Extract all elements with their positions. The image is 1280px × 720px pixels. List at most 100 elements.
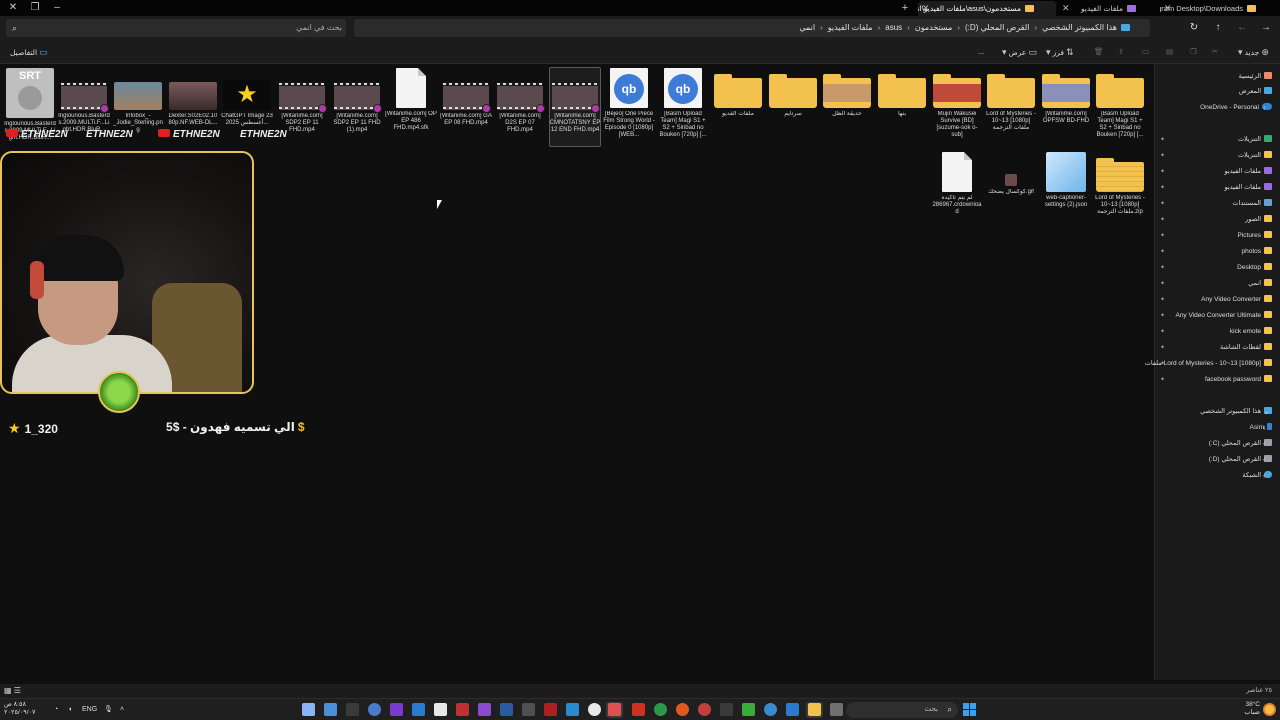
sidebar-item-anime[interactable]: انمي bbox=[1248, 276, 1272, 291]
file-item[interactable]: Lord of Mysteries - 10~13 [1080p] ملفات … bbox=[985, 68, 1037, 132]
app-icon[interactable] bbox=[456, 703, 469, 716]
close-tab-icon[interactable]: ✕ bbox=[1164, 1, 1172, 16]
app-icon[interactable] bbox=[324, 703, 337, 716]
file-item[interactable]: Inglourious.Basterds.2009.MULTi.F...Ligh… bbox=[58, 68, 110, 134]
close-tab-icon[interactable]: ✕ bbox=[1062, 1, 1070, 16]
pin-icon[interactable]: ✦ bbox=[1160, 312, 1165, 319]
tab-video-files[interactable]: ✕ ملفات الفيديو bbox=[1058, 1, 1158, 16]
app-icon[interactable] bbox=[654, 703, 667, 716]
app-icon[interactable] bbox=[412, 703, 425, 716]
file-item[interactable]: كوكسال يضحك.gif bbox=[985, 152, 1037, 196]
pin-icon[interactable]: ✦ bbox=[1160, 296, 1165, 303]
chevron-icon[interactable]: ‹ bbox=[1263, 455, 1266, 464]
minimize-window-button[interactable]: – bbox=[46, 0, 68, 16]
breadcrumb-item[interactable]: انمي bbox=[799, 23, 815, 32]
app-icon[interactable] bbox=[566, 703, 579, 716]
sidebar-item-videos-2[interactable]: ملفات الفيديو bbox=[1225, 180, 1272, 195]
tray-overflow-icon[interactable]: ˄ bbox=[120, 699, 124, 720]
sidebar-item-downloads-2[interactable]: التنزيلات bbox=[1238, 148, 1272, 163]
sidebar-item-this-pc[interactable]: هذا الكمبيوتر الشخصي bbox=[1200, 404, 1272, 419]
view-toggle-icons[interactable]: ▦ ☰ bbox=[4, 686, 21, 695]
file-item[interactable]: [Witanime.com] SDP2 EP 11 FHD (1).mp4 bbox=[331, 68, 383, 134]
app-icon[interactable] bbox=[478, 703, 491, 716]
file-item[interactable]: ★ ChatGPT Image 23 أغسطس 2025... bbox=[221, 68, 273, 127]
sidebar-item-home[interactable]: الرئيسية bbox=[1239, 69, 1272, 84]
close-tab-icon[interactable]: ✕ bbox=[922, 1, 930, 16]
pin-icon[interactable]: ✦ bbox=[1160, 264, 1165, 271]
file-item[interactable]: Infobox_-_Jodie_Sterling.png bbox=[112, 68, 164, 134]
app-icon[interactable] bbox=[720, 703, 733, 716]
details-button[interactable]: التفاصيل ▭ bbox=[10, 44, 48, 60]
app-icon[interactable] bbox=[522, 703, 535, 716]
copy-icon[interactable]: ❐ bbox=[1190, 44, 1197, 60]
microphone-icon[interactable]: 🎙 bbox=[104, 699, 113, 720]
app-icon[interactable] bbox=[698, 703, 711, 716]
new-tab-button[interactable]: + bbox=[898, 0, 912, 16]
sidebar-item-photos[interactable]: photos bbox=[1241, 244, 1272, 259]
pin-icon[interactable]: ✦ bbox=[1160, 232, 1165, 239]
breadcrumb[interactable]: هذا الكمبيوتر الشخصي ‹ القرص المحلي (D:) ‹ م… bbox=[354, 19, 1150, 37]
restore-window-button[interactable]: ❐ bbox=[24, 0, 46, 16]
chevron-down-icon[interactable]: ⌄ bbox=[1263, 407, 1270, 416]
breadcrumb-item[interactable]: ملفات الفيديو bbox=[828, 23, 873, 32]
file-item[interactable]: [Witanime.com] OP EP 486 FHD.mp4.sfk bbox=[385, 68, 437, 132]
file-item[interactable]: بنها bbox=[876, 68, 928, 118]
file-item[interactable]: [Witanime.com] SDP2 EP 11 FHD.mp4 bbox=[276, 68, 328, 134]
breadcrumb-item[interactable]: القرص المحلي (D:) bbox=[965, 23, 1029, 32]
app-icon[interactable] bbox=[786, 703, 799, 716]
up-arrow-icon[interactable]: ↑ bbox=[1210, 20, 1226, 36]
pin-icon[interactable]: ✦ bbox=[1160, 328, 1165, 335]
app-icon[interactable] bbox=[544, 703, 557, 716]
file-item[interactable]: Lord of Mysteries - 10~13 [1080p] ملفات … bbox=[1094, 152, 1146, 216]
sidebar-item-onedrive[interactable]: OneDrive - Personal bbox=[1200, 100, 1272, 115]
share-icon[interactable]: ⇪ bbox=[1118, 44, 1124, 60]
start-button[interactable] bbox=[963, 703, 976, 716]
lang-indicator[interactable]: ENG bbox=[82, 699, 97, 720]
file-item[interactable]: لم يتم تأكيده 286967.crdownload bbox=[931, 152, 983, 216]
tab-anime[interactable]: ✕ مستخدمون\asus\ملفات الفيديو\انمي bbox=[918, 1, 1056, 16]
sidebar-item-documents[interactable]: المستندات bbox=[1232, 196, 1272, 211]
sidebar-item-desktop[interactable]: Desktop bbox=[1237, 260, 1272, 275]
more-button[interactable]: ... bbox=[978, 44, 984, 60]
sidebar-item-asim[interactable]: Asim bbox=[1250, 420, 1272, 435]
app-icon[interactable] bbox=[302, 703, 315, 716]
app-icon[interactable] bbox=[588, 703, 601, 716]
forward-arrow-icon[interactable]: ← bbox=[1234, 20, 1250, 36]
sidebar-item-any-video-converter[interactable]: Any Video Converter bbox=[1201, 292, 1272, 307]
file-item[interactable]: web-captioner-settings (2).json bbox=[1040, 152, 1092, 209]
view-button[interactable]: ▾ عرض ▭ bbox=[1002, 44, 1037, 60]
file-item[interactable]: [Witanime.com] GA EP 08 FHD.mp4 bbox=[440, 68, 492, 127]
back-arrow-icon[interactable]: → bbox=[1258, 20, 1274, 36]
search-input[interactable]: ⌕ بحث في انمي bbox=[6, 19, 346, 37]
file-item[interactable]: حديقة الظل bbox=[821, 68, 873, 118]
pin-icon[interactable]: ✦ bbox=[1160, 136, 1165, 143]
file-item[interactable]: [Witanime.com] D2S EP 07 FHD.mp4 bbox=[494, 68, 546, 134]
file-item[interactable]: [Witanime.com] OPFSW BD-FHD bbox=[1040, 68, 1092, 125]
chevron-icon[interactable]: ‹ bbox=[1263, 103, 1266, 112]
app-icon[interactable] bbox=[764, 703, 777, 716]
sidebar-item-downloads[interactable]: التنزيلات bbox=[1238, 132, 1272, 147]
pin-icon[interactable]: ✦ bbox=[1160, 200, 1165, 207]
rename-icon[interactable]: ▭ bbox=[1142, 44, 1149, 60]
app-icon[interactable] bbox=[608, 703, 621, 716]
breadcrumb-item[interactable]: asus bbox=[885, 23, 902, 32]
delete-icon[interactable]: 🗑 bbox=[1094, 44, 1104, 60]
pin-icon[interactable]: ✦ bbox=[1160, 168, 1165, 175]
pin-icon[interactable]: ✦ bbox=[1160, 248, 1165, 255]
cut-icon[interactable]: ✂ bbox=[1212, 44, 1218, 60]
app-icon[interactable] bbox=[676, 703, 689, 716]
tab-telegram-downloads[interactable]: ✕ Telegram Desktop\Downloads\ bbox=[1160, 1, 1278, 16]
sidebar-item-network[interactable]: الشبكة bbox=[1242, 468, 1272, 483]
pin-icon[interactable]: ✦ bbox=[1160, 360, 1165, 367]
sidebar-item-pictures[interactable]: Pictures bbox=[1238, 228, 1272, 243]
breadcrumb-item[interactable]: مستخدمون bbox=[915, 23, 953, 32]
app-icon[interactable] bbox=[346, 703, 359, 716]
file-item[interactable]: [Witanime.com] CMNOTATSNY EP 12 END FHD.… bbox=[549, 68, 601, 134]
weather-widget[interactable]: 38°C ضباب bbox=[1244, 701, 1260, 717]
app-icon[interactable] bbox=[830, 703, 843, 716]
sidebar-item-facebook-password[interactable]: facebook password bbox=[1205, 372, 1272, 387]
file-explorer-icon[interactable] bbox=[808, 703, 821, 716]
sidebar-item-gallery[interactable]: المعرض bbox=[1239, 84, 1272, 99]
app-icon[interactable] bbox=[390, 703, 403, 716]
sidebar-item-screenshots[interactable]: لقطات الشاشة bbox=[1220, 340, 1272, 355]
